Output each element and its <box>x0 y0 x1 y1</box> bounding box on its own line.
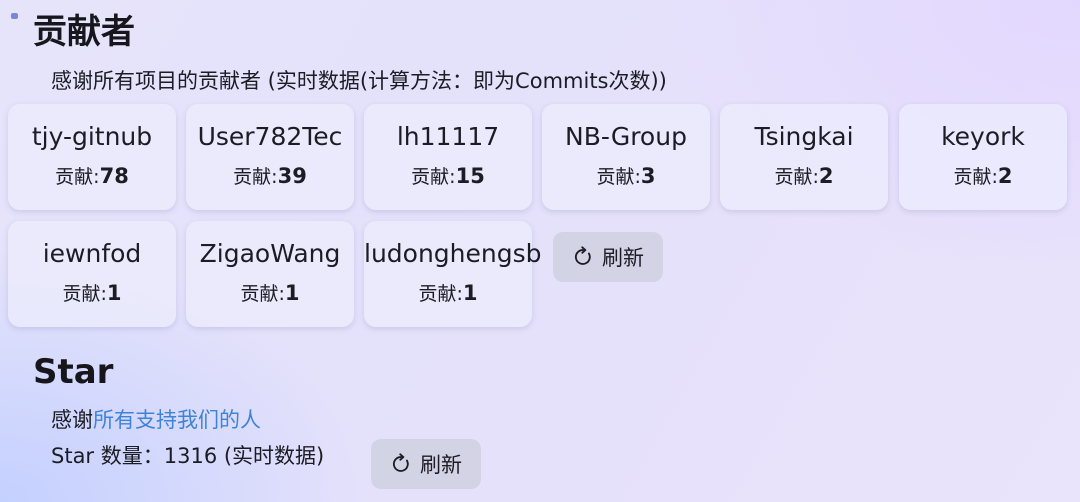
refresh-label: 刷新 <box>420 453 462 477</box>
contributor-count: 贡献:78 <box>55 164 129 188</box>
contributor-count: 贡献:15 <box>411 164 485 188</box>
contributor-name: ludonghengsb <box>364 239 542 268</box>
contributor-card[interactable]: Tsingkai 贡献:2 <box>720 104 888 210</box>
contributor-card[interactable]: lh11117 贡献:15 <box>364 104 532 210</box>
contributor-card[interactable]: NB-Group 贡献:3 <box>542 104 710 210</box>
contributor-name: keyork <box>941 122 1025 151</box>
contributor-name: NB-Group <box>565 122 687 151</box>
contributor-count: 贡献:2 <box>953 164 1013 188</box>
contributor-count: 贡献:2 <box>774 164 834 188</box>
contributor-name: iewnfod <box>42 239 142 268</box>
star-count: Star 数量：1316 (实时数据) <box>51 444 325 468</box>
contributors-refresh-button[interactable]: 刷新 <box>553 232 663 282</box>
contributor-count: 贡献:1 <box>62 281 122 305</box>
contributor-name: tjy-gitnub <box>31 122 153 151</box>
contributor-count: 贡献:1 <box>240 281 300 305</box>
contributor-card[interactable]: ludonghengsb 贡献:1 <box>364 221 542 327</box>
star-thanks-prefix: 感谢 <box>51 408 93 432</box>
contributor-card[interactable]: tjy-gitnub 贡献:78 <box>8 104 176 210</box>
contributor-count: 贡献:1 <box>418 281 478 305</box>
contributor-card[interactable]: iewnfod 贡献:1 <box>8 221 176 327</box>
supporters-link[interactable]: 所有支持我们的人 <box>93 408 261 432</box>
contributor-name: ZigaoWang <box>199 239 341 268</box>
star-refresh-button[interactable]: 刷新 <box>371 439 481 489</box>
refresh-icon <box>572 246 594 268</box>
contributors-description: 感谢所有项目的贡献者 (实时数据(计算方法：即为Commits次数)) <box>51 69 667 93</box>
contributor-card[interactable]: ZigaoWang 贡献:1 <box>186 221 354 327</box>
contributor-name: User782Tec <box>197 122 343 151</box>
refresh-icon <box>390 453 412 475</box>
star-title: Star <box>33 352 114 392</box>
contributor-count: 贡献:39 <box>233 164 307 188</box>
star-thanks: 感谢所有支持我们的人 <box>51 410 261 431</box>
contributor-name: lh11117 <box>396 122 500 151</box>
contributor-card[interactable]: keyork 贡献:2 <box>899 104 1067 210</box>
contributor-name: Tsingkai <box>754 122 854 151</box>
contributor-count: 贡献:3 <box>596 164 656 188</box>
window-indicator <box>11 13 18 19</box>
contributors-title: 贡献者 <box>33 12 135 52</box>
contributor-card[interactable]: User782Tec 贡献:39 <box>186 104 354 210</box>
refresh-label: 刷新 <box>602 246 644 270</box>
